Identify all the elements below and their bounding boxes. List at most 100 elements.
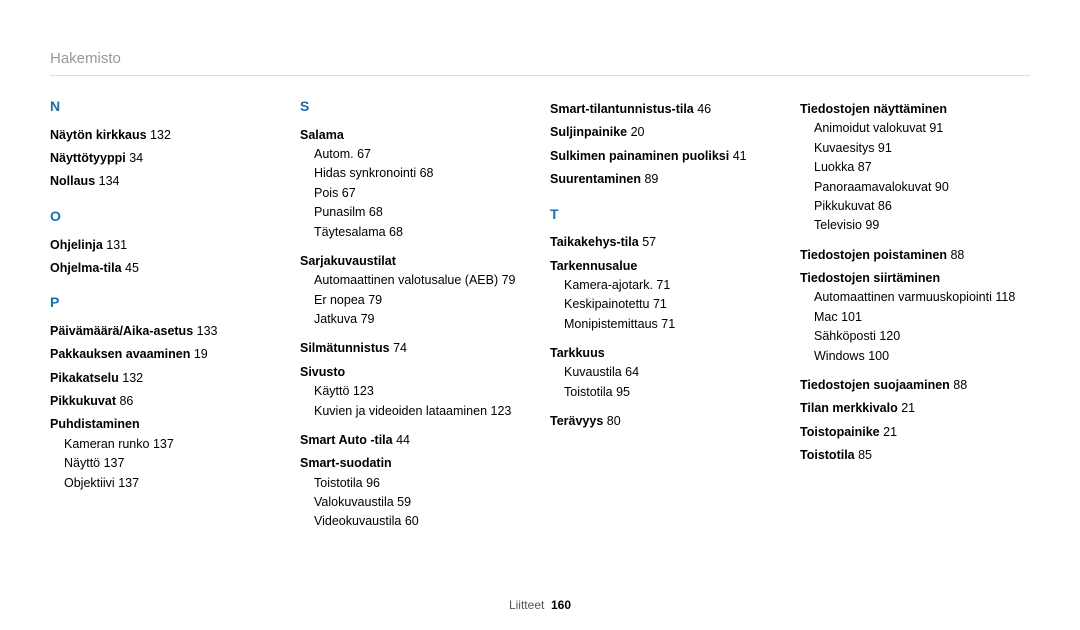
index-subentry[interactable]: Näyttö 137 [50, 454, 280, 473]
index-entry[interactable]: Ohjelinja 131 [50, 236, 280, 255]
page-number: 95 [616, 385, 630, 399]
index-entry[interactable]: Näytön kirkkaus 132 [50, 126, 280, 145]
index-subentry[interactable]: Pois 67 [300, 184, 530, 203]
index-subentry[interactable]: Toistotila 95 [550, 383, 780, 402]
index-subentry[interactable]: Er nopea 79 [300, 291, 530, 310]
page-number: 89 [644, 172, 658, 186]
page-number: 20 [631, 125, 645, 139]
index-entry[interactable]: Smart-suodatin [300, 454, 530, 473]
index-subentry[interactable]: Videokuvaustila 60 [300, 512, 530, 531]
index-entry[interactable]: Pikakatselu 132 [50, 369, 280, 388]
index-subentry[interactable]: Toistotila 96 [300, 474, 530, 493]
index-subentry[interactable]: Automaattinen varmuuskopiointi 118 [800, 288, 1030, 307]
index-subentry[interactable]: Automaattinen valotusalue (AEB) 79 [300, 271, 530, 290]
index-letter: T [550, 204, 780, 226]
index-entry[interactable]: Silmätunnistus 74 [300, 339, 530, 358]
spacer [550, 334, 780, 340]
column-3: Smart-tilantunnistus-tila 46 Suljinpainik… [550, 96, 780, 532]
index-subentry[interactable]: Panoraamavalokuvat 90 [800, 178, 1030, 197]
page-number: 68 [420, 166, 434, 180]
index-subentry[interactable]: Kuvaesitys 91 [800, 139, 1030, 158]
index-entry[interactable]: Pakkauksen avaaminen 19 [50, 345, 280, 364]
page-number: 120 [879, 329, 900, 343]
index-letter: S [300, 96, 530, 118]
index-subentry[interactable]: Pikkukuvat 86 [800, 197, 1030, 216]
page-title: Hakemisto [50, 50, 1030, 76]
index-letter: N [50, 96, 280, 118]
footer-label: Liitteet [509, 598, 544, 612]
index-entry[interactable]: Smart Auto -tila 44 [300, 431, 530, 450]
index-entry[interactable]: Tiedostojen siirtäminen [800, 269, 1030, 288]
index-entry[interactable]: Tiedostojen poistaminen 88 [800, 246, 1030, 265]
page-number: 137 [153, 437, 174, 451]
page-number: 123 [491, 404, 512, 418]
index-entry[interactable]: Suljinpainike 20 [550, 123, 780, 142]
index-entry[interactable]: Toistopainike 21 [800, 423, 1030, 442]
page-number: 46 [697, 102, 711, 116]
spacer [800, 236, 1030, 242]
page-number: 71 [661, 317, 675, 331]
index-subentry[interactable]: Luokka 87 [800, 158, 1030, 177]
page-number: 68 [389, 225, 403, 239]
index-subentry[interactable]: Valokuvaustila 59 [300, 493, 530, 512]
page-number: 88 [953, 378, 967, 392]
index-letter: P [50, 292, 280, 314]
page-number: 34 [129, 151, 143, 165]
index-subentry[interactable]: Animoidut valokuvat 91 [800, 119, 1030, 138]
index-entry[interactable]: Nollaus 134 [50, 172, 280, 191]
page-number: 88 [950, 248, 964, 262]
index-entry[interactable]: Ohjelma-tila 45 [50, 259, 280, 278]
index-subentry[interactable]: Autom. 67 [300, 145, 530, 164]
page-number: 137 [104, 456, 125, 470]
page-number: 71 [656, 278, 670, 292]
index-entry[interactable]: Toistotila 85 [800, 446, 1030, 465]
page-number: 41 [733, 149, 747, 163]
index-entry[interactable]: Suurentaminen 89 [550, 170, 780, 189]
page-number: 86 [878, 199, 892, 213]
index-entry[interactable]: Terävyys 80 [550, 412, 780, 431]
index-subentry[interactable]: Objektiivi 137 [50, 474, 280, 493]
index-entry[interactable]: Tarkennusalue [550, 257, 780, 276]
index-entry[interactable]: Smart-tilantunnistus-tila 46 [550, 100, 780, 119]
page-number: 64 [625, 365, 639, 379]
index-entry[interactable]: Tiedostojen näyttäminen [800, 100, 1030, 119]
page-number: 90 [935, 180, 949, 194]
index-subentry[interactable]: Kameran runko 137 [50, 435, 280, 454]
index-entry[interactable]: Päivämäärä/Aika-asetus 133 [50, 322, 280, 341]
page-number: 91 [878, 141, 892, 155]
index-subentry[interactable]: Hidas synkronointi 68 [300, 164, 530, 183]
index-subentry[interactable]: Windows 100 [800, 347, 1030, 366]
index-subentry[interactable]: Mac 101 [800, 308, 1030, 327]
page-number: 96 [366, 476, 380, 490]
index-subentry[interactable]: Jatkuva 79 [300, 310, 530, 329]
index-entry[interactable]: Tilan merkkivalo 21 [800, 399, 1030, 418]
page-footer: Liitteet 160 [0, 598, 1080, 612]
index-entry[interactable]: Pikkukuvat 86 [50, 392, 280, 411]
page-number: 137 [118, 476, 139, 490]
index-entry[interactable]: Näyttötyyppi 34 [50, 149, 280, 168]
index-entry[interactable]: Sulkimen painaminen puoliksi 41 [550, 147, 780, 166]
index-subentry[interactable]: Kuvien ja videoiden lataaminen 123 [300, 402, 530, 421]
index-entry[interactable]: Tarkkuus [550, 344, 780, 363]
index-subentry[interactable]: Käyttö 123 [300, 382, 530, 401]
index-entry[interactable]: Sivusto [300, 363, 530, 382]
page-number: 79 [502, 273, 516, 287]
index-subentry[interactable]: Kuvaustila 64 [550, 363, 780, 382]
page-number: 60 [405, 514, 419, 528]
index-entry[interactable]: Puhdistaminen [50, 415, 280, 434]
index-subentry[interactable]: Televisio 99 [800, 216, 1030, 235]
index-entry[interactable]: Taikakehys-tila 57 [550, 233, 780, 252]
index-entry[interactable]: Tiedostojen suojaaminen 88 [800, 376, 1030, 395]
index-subentry[interactable]: Keskipainotettu 71 [550, 295, 780, 314]
index-subentry[interactable]: Täytesalama 68 [300, 223, 530, 242]
page-number: 57 [642, 235, 656, 249]
index-entry[interactable]: Sarjakuvaustilat [300, 252, 530, 271]
page-number: 59 [397, 495, 411, 509]
index-subentry[interactable]: Punasilm 68 [300, 203, 530, 222]
index-subentry[interactable]: Monipistemittaus 71 [550, 315, 780, 334]
index-entry[interactable]: Salama [300, 126, 530, 145]
page-number: 101 [841, 310, 862, 324]
index-subentry[interactable]: Sähköposti 120 [800, 327, 1030, 346]
column-2: S SalamaAutom. 67Hidas synkronointi 68Poi… [300, 96, 530, 532]
index-subentry[interactable]: Kamera-ajotark. 71 [550, 276, 780, 295]
